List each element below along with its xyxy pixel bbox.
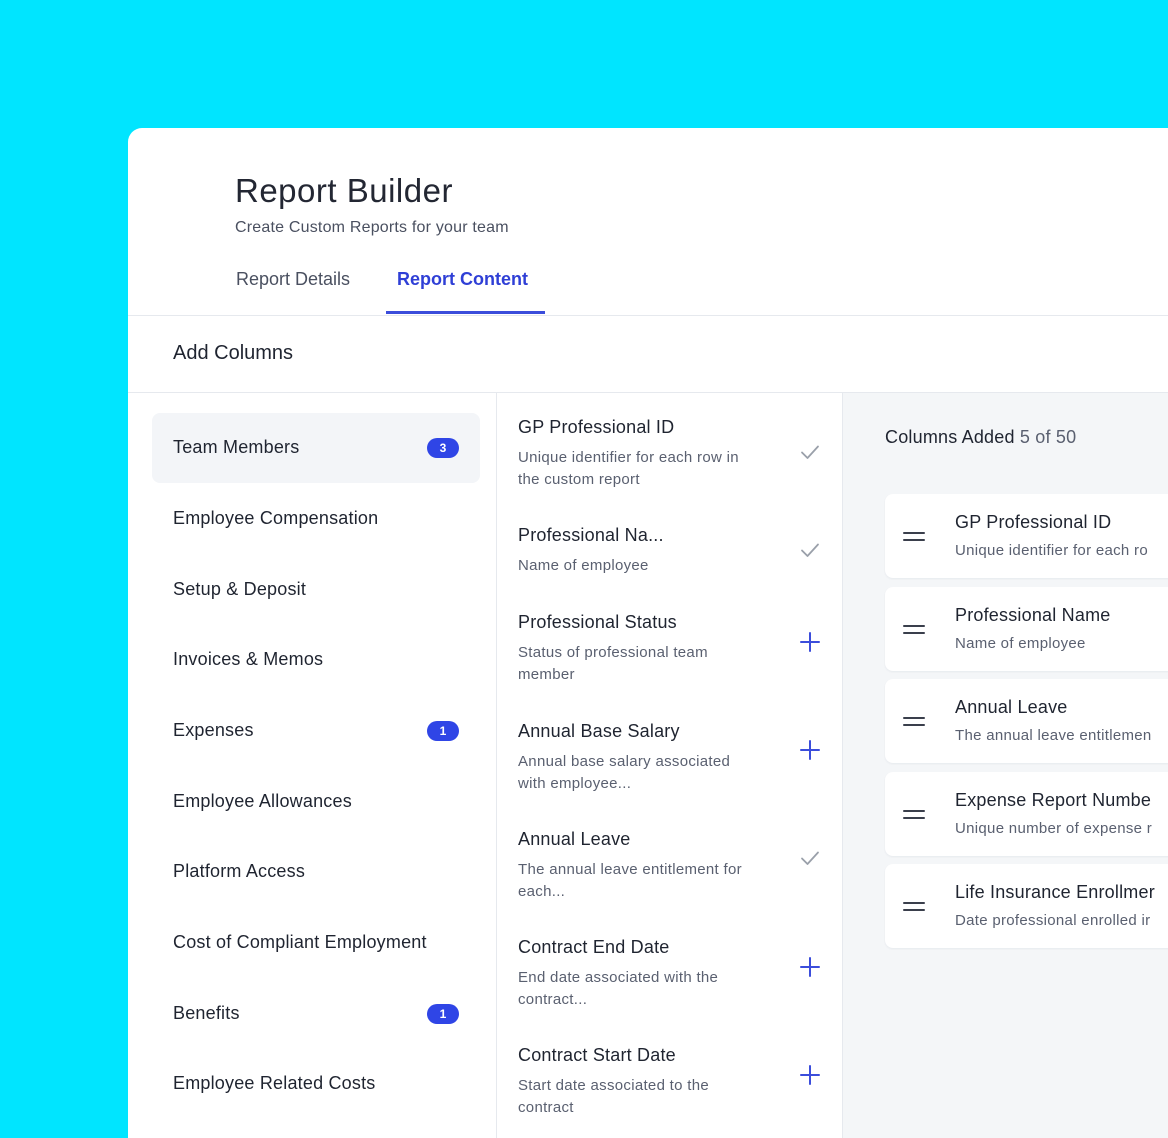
field-list: GP Professional ID Unique identifier for… (497, 393, 843, 1138)
drag-handle-icon[interactable] (903, 713, 925, 729)
category-expenses[interactable]: Expenses 1 (152, 696, 480, 766)
drag-handle-icon[interactable] (903, 806, 925, 822)
tab-report-details[interactable]: Report Details (236, 269, 350, 290)
category-setup-deposit[interactable]: Setup & Deposit (152, 555, 480, 625)
page-header: Report Builder Create Custom Reports for… (128, 128, 1168, 316)
category-label: Benefits (173, 1003, 240, 1023)
active-tab-indicator (386, 311, 545, 314)
category-label: Employee Related Costs (173, 1073, 376, 1093)
plus-icon[interactable] (797, 1062, 823, 1088)
field-description: Unique identifier for each row in the cu… (518, 449, 739, 488)
field-name: Professional Na... (518, 525, 664, 545)
added-column-name: Expense Report Numbe (955, 790, 1152, 810)
added-column-card[interactable]: Life Insurance Enrollmer Date professiona… (885, 864, 1168, 948)
added-column-card[interactable]: GP Professional ID Unique identifier for … (885, 494, 1168, 578)
field-item[interactable]: Contract End Date End date associated wi… (497, 913, 842, 1021)
category-label: Invoices & Memos (173, 649, 324, 669)
plus-icon[interactable] (797, 737, 823, 763)
field-item[interactable]: GP Professional ID Unique identifier for… (497, 393, 842, 501)
add-columns-title: Add Columns (173, 342, 294, 364)
field-item[interactable]: Annual Leave The annual leave entitlemen… (497, 805, 842, 913)
count-badge: 1 (427, 721, 459, 741)
added-column-name: GP Professional ID (955, 512, 1112, 532)
plus-icon[interactable] (797, 954, 823, 980)
field-name: Annual Base Salary (518, 721, 680, 741)
added-column-description: Name of employee (955, 635, 1086, 652)
field-name: Contract End Date (518, 937, 670, 957)
field-item[interactable]: Contract Start Date Start date associate… (497, 1021, 842, 1129)
check-icon[interactable] (797, 537, 823, 563)
field-description: Status of professional team member (518, 644, 708, 683)
field-description: Start date associated to the contract (518, 1077, 710, 1116)
field-description: The annual leave entitlement for each... (518, 861, 742, 900)
added-column-card[interactable]: Professional Name Name of employee (885, 587, 1168, 671)
added-column-description: Date professional enrolled ir (955, 912, 1151, 929)
page-subtitle: Create Custom Reports for your team (235, 219, 509, 236)
drag-handle-icon[interactable] (903, 621, 925, 637)
category-employee-related-costs[interactable]: Employee Related Costs (152, 1049, 480, 1119)
field-item[interactable]: Professional Status Status of profession… (497, 588, 842, 696)
check-icon[interactable] (797, 439, 823, 465)
category-employee-allowances[interactable]: Employee Allowances (152, 767, 480, 837)
category-label: Expenses (173, 720, 254, 740)
field-name: Professional Status (518, 612, 677, 632)
category-label: Setup & Deposit (173, 579, 307, 599)
drag-handle-icon[interactable] (903, 528, 925, 544)
category-platform-access[interactable]: Platform Access (152, 837, 480, 907)
added-column-description: The annual leave entitlemen (955, 727, 1152, 744)
added-column-name: Annual Leave (955, 697, 1068, 717)
count-badge: 1 (427, 1004, 459, 1024)
category-employee-compensation[interactable]: Employee Compensation (152, 484, 480, 554)
category-invoices-memos[interactable]: Invoices & Memos (152, 625, 480, 695)
add-columns-bar: Add Columns (128, 316, 1168, 393)
columns-added-panel: Columns Added 5 of 50 GP Professional ID… (843, 393, 1168, 1138)
field-name: Annual Leave (518, 829, 631, 849)
added-column-card[interactable]: Expense Report Numbe Unique number of exp… (885, 772, 1168, 856)
columns-added-label: Columns Added (885, 427, 1015, 447)
count-badge: 3 (427, 438, 459, 458)
columns-added-count: 5 of 50 (1019, 427, 1077, 447)
category-label: Employee Compensation (173, 508, 379, 528)
category-label: Cost of Compliant Employment (173, 932, 427, 952)
page-title: Report Builder (235, 172, 453, 209)
added-column-card[interactable]: Annual Leave The annual leave entitlemen (885, 679, 1168, 763)
added-column-name: Professional Name (955, 605, 1111, 625)
report-builder-card: Report Builder Create Custom Reports for… (128, 128, 1168, 1138)
category-list: Team Members 3 Employee Compensation Set… (128, 393, 497, 1138)
category-benefits[interactable]: Benefits 1 (152, 979, 480, 1049)
field-description: Annual base salary associated with emplo… (518, 753, 731, 792)
category-label: Team Members (173, 437, 300, 457)
field-description: Name of employee (518, 557, 649, 574)
columns-added-heading: Columns Added 5 of 50 (885, 427, 1076, 448)
plus-icon[interactable] (797, 629, 823, 655)
field-description: End date associated with the contract... (518, 969, 719, 1008)
field-name: GP Professional ID (518, 417, 675, 437)
category-cost-of-compliant-employment[interactable]: Cost of Compliant Employment (152, 908, 480, 978)
category-team-members[interactable]: Team Members 3 (152, 413, 480, 483)
tab-report-content[interactable]: Report Content (397, 269, 528, 290)
field-name: Contract Start Date (518, 1045, 676, 1065)
field-item[interactable]: Annual Base Salary Annual base salary as… (497, 697, 842, 805)
category-label: Platform Access (173, 861, 306, 881)
added-column-description: Unique identifier for each ro (955, 542, 1148, 559)
added-column-name: Life Insurance Enrollmer (955, 882, 1155, 902)
drag-handle-icon[interactable] (903, 898, 925, 914)
added-column-description: Unique number of expense r (955, 820, 1153, 837)
check-icon[interactable] (797, 845, 823, 871)
category-label: Employee Allowances (173, 791, 352, 811)
